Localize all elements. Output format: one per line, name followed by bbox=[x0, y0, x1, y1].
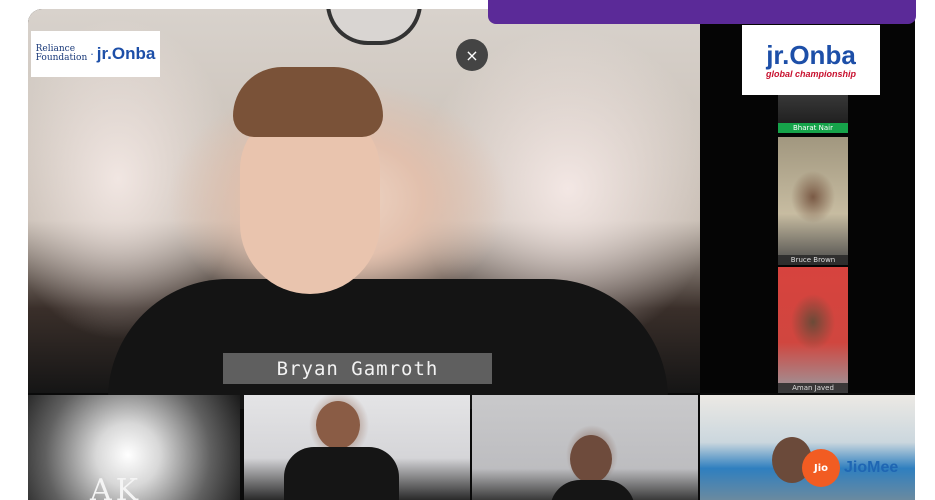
close-icon: × bbox=[465, 45, 479, 65]
participant-body bbox=[284, 447, 399, 500]
participant-tile-avatar[interactable]: AK bbox=[28, 395, 240, 500]
participant-head bbox=[570, 435, 612, 483]
logo-separator: · bbox=[90, 47, 94, 61]
speaker-name-tag: Bryan Gamroth bbox=[223, 353, 492, 384]
jiomeet-watermark: Jio JioMee bbox=[802, 449, 898, 487]
participant-tile[interactable] bbox=[472, 395, 698, 500]
participant-name-label: Bruce Brown bbox=[778, 255, 848, 265]
main-speaker-video[interactable]: Reliance Foundation · jr.Onba × Bryan Ga… bbox=[28, 9, 700, 409]
jrnba-logo-text: jr.Onba bbox=[96, 44, 156, 63]
participant-tile[interactable]: Bruce Brown bbox=[778, 137, 848, 265]
participant-initials: AK bbox=[90, 473, 143, 500]
participant-name-label: Bharat Nair bbox=[778, 123, 848, 133]
badge-logo-text: jr.Onba bbox=[766, 40, 856, 70]
top-banner bbox=[488, 0, 916, 24]
participant-name-label: Aman Javed bbox=[778, 383, 848, 393]
reliance-line2: Foundation bbox=[35, 53, 88, 63]
speaker-name: Bryan Gamroth bbox=[276, 357, 439, 380]
reliance-logo-text: Reliance Foundation bbox=[36, 45, 88, 63]
reliance-jrnba-logo: Reliance Foundation · jr.Onba bbox=[31, 31, 160, 77]
speaker-shirt bbox=[108, 279, 668, 409]
participant-column: Bharat Nair jr.Onba global championship … bbox=[700, 9, 915, 393]
close-button[interactable]: × bbox=[456, 39, 488, 71]
jiomeet-logo-text: Jio bbox=[813, 462, 829, 474]
participant-body bbox=[550, 480, 635, 500]
jiomeet-label: JioMee bbox=[844, 459, 899, 476]
jiomeet-logo-icon: Jio bbox=[802, 449, 840, 487]
participant-head bbox=[316, 401, 360, 449]
jrnba-global-championship-badge: jr.Onba global championship bbox=[742, 25, 880, 95]
badge-subtitle: global championship bbox=[765, 69, 856, 79]
ceiling-lamp bbox=[326, 9, 422, 45]
participant-tile[interactable] bbox=[244, 395, 470, 500]
speaker-hair bbox=[233, 67, 383, 137]
participant-tile[interactable]: Jio JioMee bbox=[700, 395, 915, 500]
meeting-frame: Reliance Foundation · jr.Onba × Bryan Ga… bbox=[28, 9, 915, 500]
participant-tile[interactable]: Aman Javed bbox=[778, 267, 848, 393]
